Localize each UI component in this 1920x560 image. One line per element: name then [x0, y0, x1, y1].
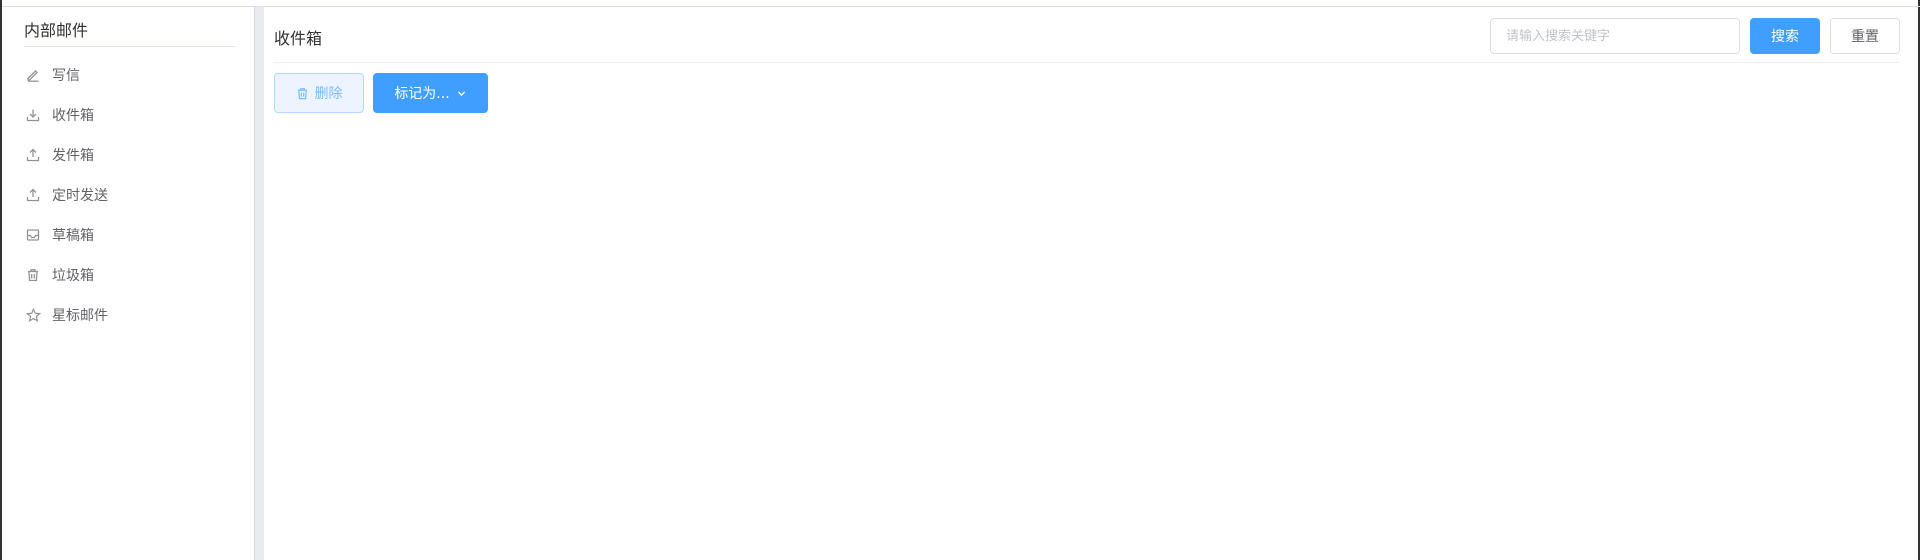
- sidebar-item-scheduled[interactable]: 定时发送: [4, 175, 254, 215]
- sidebar-item-label: 收件箱: [52, 108, 94, 124]
- search-button-label: 搜索: [1771, 29, 1799, 45]
- search-input[interactable]: [1490, 18, 1740, 54]
- main-panel: 收件箱 搜索 重置 删除 标记为...: [264, 7, 1918, 560]
- sidebar-menu: 写信 收件箱 发件箱 定时发送 草稿箱 垃圾箱 星标邮件: [4, 55, 254, 335]
- upload-icon: [24, 186, 42, 204]
- sidebar-item-trash[interactable]: 垃圾箱: [4, 255, 254, 295]
- search-button[interactable]: 搜索: [1750, 18, 1820, 54]
- header-divider: [274, 62, 1900, 63]
- download-icon: [24, 106, 42, 124]
- sidebar-item-drafts[interactable]: 草稿箱: [4, 215, 254, 255]
- trash-icon: [296, 87, 309, 100]
- mark-as-dropdown[interactable]: 标记为...: [373, 73, 488, 113]
- delete-button-label: 删除: [314, 86, 343, 102]
- sidebar-item-sent[interactable]: 发件箱: [4, 135, 254, 175]
- reset-button-label: 重置: [1851, 29, 1879, 45]
- sidebar-item-label: 草稿箱: [52, 228, 94, 244]
- sidebar-item-label: 垃圾箱: [52, 268, 94, 284]
- sidebar-item-inbox[interactable]: 收件箱: [4, 95, 254, 135]
- sidebar: 内部邮件 写信 收件箱 发件箱 定时发送 草稿箱 垃圾箱 星标邮件: [4, 7, 254, 560]
- sidebar-item-label: 星标邮件: [52, 308, 108, 324]
- edit-icon: [24, 66, 42, 84]
- app-window: 内部邮件 写信 收件箱 发件箱 定时发送 草稿箱 垃圾箱 星标邮件 收件箱 请输…: [0, 0, 1920, 560]
- sidebar-divider: [24, 46, 236, 47]
- star-icon: [24, 306, 42, 324]
- chevron-down-icon: [456, 88, 467, 99]
- sidebar-resize-gutter[interactable]: [254, 7, 264, 560]
- upload-icon: [24, 146, 42, 164]
- sidebar-item-starred[interactable]: 星标邮件: [4, 295, 254, 335]
- mark-as-label: 标记为...: [394, 86, 450, 102]
- reset-button[interactable]: 重置: [1830, 18, 1900, 54]
- trash-icon: [24, 266, 42, 284]
- sidebar-title: 内部邮件: [24, 21, 89, 40]
- page-title: 收件箱: [274, 29, 323, 48]
- sidebar-item-label: 定时发送: [52, 188, 108, 204]
- sidebar-item-label: 写信: [52, 68, 80, 84]
- delete-button[interactable]: 删除: [274, 73, 364, 113]
- sidebar-item-label: 发件箱: [52, 148, 94, 164]
- sidebar-item-compose[interactable]: 写信: [4, 55, 254, 95]
- inbox-icon: [24, 226, 42, 244]
